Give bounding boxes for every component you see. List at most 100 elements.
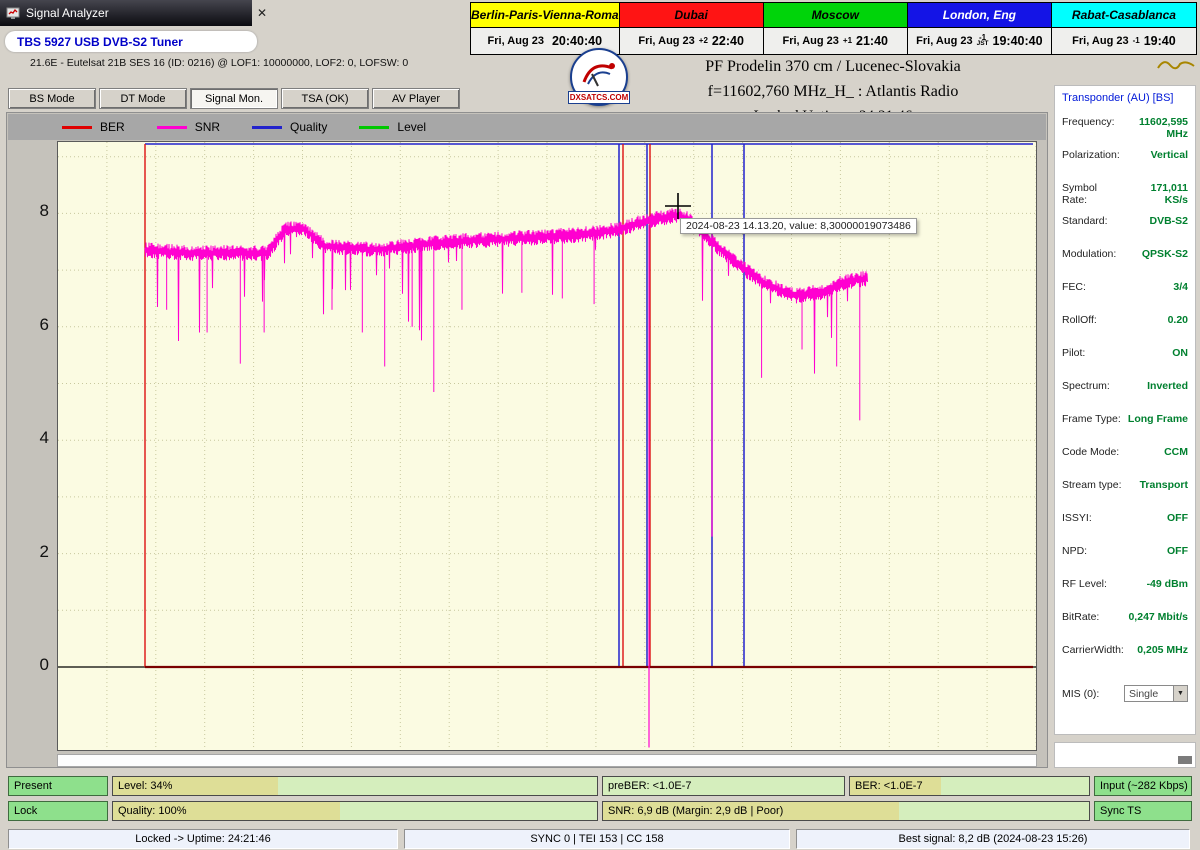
- clock-offset: +1: [843, 38, 852, 45]
- transponder-label: Frame Type:: [1062, 413, 1121, 425]
- chart-scrollbar[interactable]: [57, 754, 1037, 767]
- y-axis-tick: 0: [7, 655, 49, 675]
- panel-scrollbar[interactable]: [1054, 742, 1196, 768]
- transponder-rows: Frequency: 11602,595 MHz Polarization: V…: [1062, 116, 1188, 677]
- transponder-value: Transport: [1140, 479, 1188, 491]
- statusbar-sync-info: SYNC 0 | TEI 153 | CC 158: [404, 829, 790, 849]
- legend-color-line: [252, 126, 282, 129]
- y-axis-tick: 4: [7, 428, 49, 448]
- transponder-row: Modulation: QPSK-S2: [1062, 248, 1188, 281]
- clock-time: Fri, Aug 23 +2 22:40: [620, 28, 763, 54]
- transponder-value: CCM: [1164, 446, 1188, 458]
- legend-color-line: [157, 126, 187, 129]
- clock-time-value: 20:40:40: [552, 34, 602, 48]
- clock-offset: -1JST: [977, 35, 989, 48]
- clock-city-label: London, Eng: [908, 3, 1051, 28]
- signature-icon: [1156, 56, 1196, 72]
- clock-time-value: 19:40:40: [993, 34, 1043, 48]
- transponder-label: RollOff:: [1062, 314, 1097, 326]
- transponder-value: 11602,595 MHz: [1115, 116, 1188, 140]
- tab-tsa[interactable]: TSA (OK): [281, 88, 369, 109]
- transponder-label: Standard:: [1062, 215, 1108, 227]
- transponder-label: Polarization:: [1062, 149, 1120, 161]
- transponder-label: Frequency:: [1062, 116, 1115, 128]
- transponder-row: Frame Type: Long Frame: [1062, 413, 1188, 446]
- transponder-value: Inverted: [1147, 380, 1188, 392]
- transponder-row: Symbol Rate: 171,011 KS/s: [1062, 182, 1188, 215]
- clock-date: Fri, Aug 23: [638, 35, 694, 47]
- transponder-row: Stream type: Transport: [1062, 479, 1188, 512]
- snr-bar: SNR: 6,9 dB (Margin: 2,9 dB | Poor): [602, 801, 1090, 821]
- dxsatcs-logo: DXSATCS.COM: [568, 48, 630, 116]
- clock-date: Fri, Aug 23: [916, 35, 972, 47]
- y-axis-tick: 2: [7, 542, 49, 562]
- clock-time-value: 22:40: [712, 34, 744, 48]
- scroll-thumb[interactable]: [1178, 756, 1192, 764]
- tab-dt-mode[interactable]: DT Mode: [99, 88, 187, 109]
- tuner-details: 21.6E - Eutelsat 21B SES 16 (ID: 0216) @…: [30, 57, 408, 69]
- transponder-row: RollOff: 0.20: [1062, 314, 1188, 347]
- clock-column: London, Eng Fri, Aug 23 -1JST 19:40:40: [908, 3, 1052, 54]
- transponder-label: Symbol Rate:: [1062, 182, 1125, 206]
- chevron-down-icon: ▼: [1173, 686, 1187, 701]
- transponder-row: Standard: DVB-S2: [1062, 215, 1188, 248]
- transponder-value: OFF: [1167, 512, 1188, 524]
- statusbar-uptime: Locked -> Uptime: 24:21:46: [8, 829, 398, 849]
- transponder-row: BitRate: 0,247 Mbit/s: [1062, 611, 1188, 644]
- transponder-row: RF Level: -49 dBm: [1062, 578, 1188, 611]
- transponder-value: Long Frame: [1128, 413, 1188, 425]
- clock-offset: +2: [699, 38, 708, 45]
- tab-av-player[interactable]: AV Player: [372, 88, 460, 109]
- legend-label: Level: [397, 120, 426, 134]
- logo-text: DXSATCS.COM: [568, 91, 630, 104]
- preber-bar: preBER: <1.0E-7: [602, 776, 845, 796]
- signal-chart: BER SNR Quality Level 86420 2024-08-23 1…: [6, 112, 1048, 768]
- antenna-icon: [572, 52, 626, 92]
- mis-value: Single: [1129, 688, 1158, 700]
- present-indicator: Present: [8, 776, 108, 796]
- clock-column: Rabat-Casablanca Fri, Aug 23 -1 19:40: [1052, 3, 1196, 54]
- tab-signal-mon[interactable]: Signal Mon.: [190, 88, 278, 109]
- close-icon[interactable]: ✕: [257, 6, 267, 20]
- legend-label: BER: [100, 120, 125, 134]
- transponder-value: OFF: [1167, 545, 1188, 557]
- transponder-value: 0,205 MHz: [1137, 644, 1188, 656]
- transponder-label: CarrierWidth:: [1062, 644, 1124, 656]
- transponder-label: Stream type:: [1062, 479, 1122, 491]
- transponder-label: Code Mode:: [1062, 446, 1119, 458]
- transponder-label: RF Level:: [1062, 578, 1107, 590]
- clock-column: Berlin-Paris-Vienna-Roma Fri, Aug 23 20:…: [471, 3, 620, 54]
- statusbar-best-signal: Best signal: 8,2 dB (2024-08-23 15:26): [796, 829, 1190, 849]
- clock-date: Fri, Aug 23: [782, 35, 838, 47]
- clock-date: Fri, Aug 23: [488, 35, 544, 47]
- tuner-name: TBS 5927 USB DVB-S2 Tuner: [5, 31, 257, 52]
- frequency-station: f=11602,760 MHz_H_ : Atlantis Radio: [618, 79, 1048, 104]
- legend-item: Quality: [252, 120, 327, 134]
- tab-bs-mode[interactable]: BS Mode: [8, 88, 96, 109]
- legend-label: SNR: [195, 120, 220, 134]
- transponder-label: Modulation:: [1062, 248, 1116, 260]
- clock-time: Fri, Aug 23 -1 19:40: [1052, 28, 1196, 54]
- transponder-value: ON: [1172, 347, 1188, 359]
- antenna-location: PF Prodelin 370 cm / Lucenec-Slovakia: [618, 55, 1048, 79]
- legend-color-line: [62, 126, 92, 129]
- clock-city-label: Berlin-Paris-Vienna-Roma: [471, 3, 619, 28]
- transponder-panel: Transponder (AU) [BS] Frequency: 11602,5…: [1054, 85, 1196, 735]
- ber-bar: BER: <1.0E-7: [849, 776, 1090, 796]
- preber-bar-label: preBER: <1.0E-7: [603, 777, 844, 795]
- mis-dropdown[interactable]: Single ▼: [1124, 685, 1188, 702]
- app-icon: [6, 6, 20, 20]
- window-title: Signal Analyzer: [26, 6, 109, 20]
- transponder-value: 0.20: [1168, 314, 1188, 326]
- clock-column: Moscow Fri, Aug 23 +1 21:40: [764, 3, 908, 54]
- legend-color-line: [359, 126, 389, 129]
- transponder-label: Pilot:: [1062, 347, 1085, 359]
- status-bar: Locked -> Uptime: 24:21:46 SYNC 0 | TEI …: [0, 828, 1200, 850]
- transponder-value: -49 dBm: [1147, 578, 1188, 590]
- signal-plot-area[interactable]: 2024-08-23 14.13.20, value: 8,3000001907…: [57, 141, 1037, 751]
- clock-time-value: 19:40: [1144, 34, 1176, 48]
- transponder-row: Polarization: Vertical: [1062, 149, 1188, 182]
- mis-label: MIS (0):: [1062, 688, 1099, 700]
- y-axis-tick: 6: [7, 315, 49, 335]
- transponder-label: Spectrum:: [1062, 380, 1110, 392]
